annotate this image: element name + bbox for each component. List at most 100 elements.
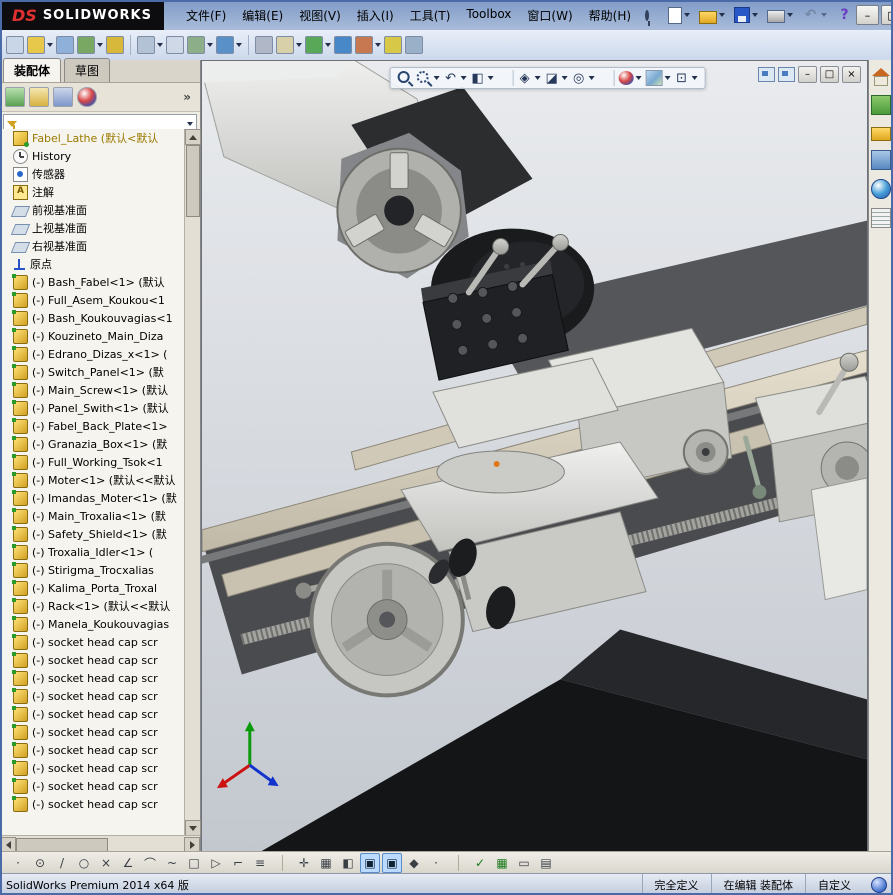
tree-item[interactable]: 上视基准面	[0, 219, 185, 237]
dropdown-caret-icon[interactable]	[561, 76, 568, 80]
view-tool-button[interactable]	[397, 70, 412, 86]
tree-item[interactable]: (-) Bash_Fabel<1> (默认	[0, 273, 185, 291]
toolbar-button[interactable]	[216, 36, 242, 54]
menu-item[interactable]: 插入(I)	[349, 3, 402, 28]
tree-item[interactable]: 前视基准面	[0, 201, 185, 219]
sketch-tool-button[interactable]: ▤	[536, 853, 556, 873]
sketch-tool-button[interactable]: □	[184, 853, 204, 873]
sketch-tool-button[interactable]: ×	[96, 853, 116, 873]
sketch-tool-button[interactable]: ⌒	[140, 853, 160, 873]
dropdown-caret-icon[interactable]	[821, 13, 828, 17]
toolbar-button[interactable]	[276, 36, 302, 54]
toolbar-button[interactable]	[305, 36, 331, 54]
tree-item[interactable]: (-) Main_Screw<1> (默认	[0, 381, 185, 399]
dropdown-caret-icon[interactable]	[47, 43, 53, 47]
toolbar-button[interactable]	[166, 36, 184, 54]
dropdown-caret-icon[interactable]	[375, 43, 381, 47]
tree-item[interactable]: (-) Fabel_Back_Plate<1>	[0, 417, 185, 435]
view-tool-button[interactable]	[645, 70, 671, 86]
quick-access-button[interactable]: ?	[833, 5, 856, 26]
sketch-tool-button[interactable]: ·	[8, 853, 28, 873]
quick-access-button[interactable]	[696, 5, 728, 26]
doc-close-button[interactable]: ×	[842, 66, 861, 83]
dropdown-caret-icon[interactable]	[664, 76, 671, 80]
toolbar-button[interactable]	[106, 36, 124, 54]
sketch-tool-button[interactable]: ⌐	[228, 853, 248, 873]
tree-vertical-scrollbar[interactable]	[184, 129, 201, 836]
tree-item[interactable]: (-) socket head cap scr	[0, 705, 185, 723]
tree-item[interactable]: Fabel_Lathe (默认<默认	[0, 129, 185, 147]
tree-item[interactable]: (-) socket head cap scr	[0, 741, 185, 759]
menu-item[interactable]: 编辑(E)	[234, 3, 291, 28]
sketch-tool-button[interactable]: ·	[426, 853, 446, 873]
sketch-tool-button[interactable]: ~	[162, 853, 182, 873]
tree-item[interactable]: (-) socket head cap scr	[0, 669, 185, 687]
tree-item[interactable]: (-) Main_Troxalia<1> (默	[0, 507, 185, 525]
status-help-sphere-icon[interactable]	[871, 876, 887, 893]
toolbar-button[interactable]	[56, 36, 74, 54]
task-pane-icon[interactable]	[871, 208, 891, 228]
maximize-button[interactable]: □	[881, 5, 893, 25]
task-pane-icon[interactable]	[871, 150, 891, 170]
sketch-tool-button[interactable]: ▭	[514, 853, 534, 873]
task-pane-icon[interactable]	[871, 179, 891, 199]
doc-minimize-button[interactable]: –	[798, 66, 817, 83]
dropdown-caret-icon[interactable]	[325, 43, 331, 47]
quick-access-button[interactable]	[731, 5, 761, 25]
toolbar-button[interactable]	[355, 36, 381, 54]
toolbar-button[interactable]	[6, 36, 24, 54]
scrollbar-thumb[interactable]	[16, 838, 108, 852]
model-3d-lathe[interactable]	[202, 61, 867, 851]
view-tool-button[interactable]: ◧	[470, 71, 494, 86]
tree-item[interactable]: (-) Manela_Koukouvagias	[0, 615, 185, 633]
quick-access-button[interactable]	[665, 5, 693, 26]
sketch-tool-button[interactable]: /	[52, 853, 72, 873]
tree-item[interactable]: (-) socket head cap scr	[0, 633, 185, 651]
view-tool-button[interactable]	[416, 70, 440, 86]
view-tool-button[interactable]	[598, 70, 615, 86]
dropdown-caret-icon[interactable]	[97, 43, 103, 47]
menu-item[interactable]: 窗口(W)	[519, 3, 580, 28]
tree-item[interactable]: (-) socket head cap scr	[0, 723, 185, 741]
tree-item[interactable]: (-) Safety_Shield<1> (默	[0, 525, 185, 543]
tree-item[interactable]: (-) Troxalia_Idler<1> (	[0, 543, 185, 561]
sketch-tool-button[interactable]: ▦	[492, 853, 512, 873]
panel-tab-icon[interactable]	[29, 87, 49, 107]
tree-horizontal-scrollbar[interactable]	[0, 835, 200, 853]
tree-item[interactable]: 传感器	[0, 165, 185, 183]
tree-item[interactable]: (-) Full_Working_Tsok<1	[0, 453, 185, 471]
task-pane-icon[interactable]	[872, 68, 890, 86]
minimize-button[interactable]: –	[856, 5, 880, 25]
quick-access-button[interactable]: ↶	[799, 5, 830, 26]
view-tool-button[interactable]: ⊡	[674, 71, 698, 86]
toolbar-button[interactable]	[187, 36, 213, 54]
sketch-tool-button[interactable]: ◆	[404, 853, 424, 873]
task-pane-icon[interactable]	[871, 127, 891, 141]
dropdown-caret-icon[interactable]	[534, 76, 541, 80]
dropdown-caret-icon[interactable]	[207, 43, 213, 47]
menu-item[interactable]: 工具(T)	[402, 3, 459, 28]
panel-tab-icon[interactable]	[53, 87, 73, 107]
toolbar-button[interactable]	[77, 36, 103, 54]
tree-item[interactable]: (-) Imandas_Moter<1> (默	[0, 489, 185, 507]
tree-item[interactable]: 原点	[0, 255, 185, 273]
tree-item[interactable]: 右视基准面	[0, 237, 185, 255]
sketch-tool-button[interactable]: ≡	[250, 853, 270, 873]
menu-item[interactable]: Toolbox	[458, 3, 519, 28]
scroll-up-button[interactable]	[185, 129, 201, 145]
sketch-tool-button[interactable]: ▣	[360, 853, 380, 873]
tree-item[interactable]: (-) Stirigma_Trocxalias	[0, 561, 185, 579]
sketch-tool-button[interactable]: ○	[74, 853, 94, 873]
toolbar-button[interactable]	[27, 36, 53, 54]
tree-item[interactable]: (-) socket head cap scr	[0, 795, 185, 813]
dropdown-caret-icon[interactable]	[684, 13, 691, 17]
dropdown-caret-icon[interactable]	[635, 76, 642, 80]
toolbar-button[interactable]	[255, 36, 273, 54]
tree-item[interactable]: (-) Granazia_Box<1> (默	[0, 435, 185, 453]
dropdown-caret-icon[interactable]	[752, 13, 759, 17]
toolbar-button[interactable]	[130, 35, 131, 55]
sketch-tool-button[interactable]: ◧	[338, 853, 358, 873]
pane-toggle-icon[interactable]	[778, 67, 795, 82]
toolbar-button[interactable]	[248, 35, 249, 55]
tree-item[interactable]: (-) Full_Asem_Koukou<1	[0, 291, 185, 309]
